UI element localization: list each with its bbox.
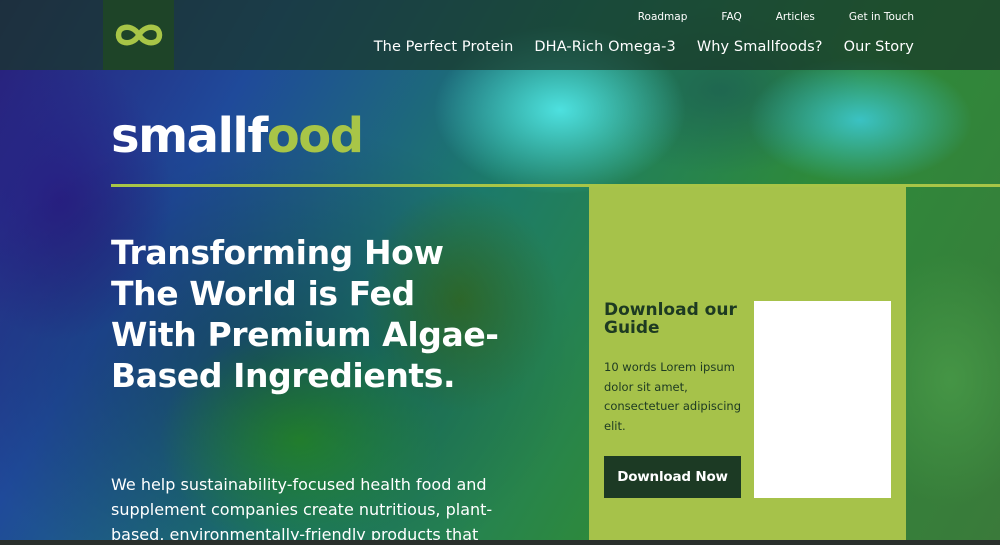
nav-link-get-in-touch[interactable]: Get in Touch: [849, 11, 914, 23]
guide-description: 10 words Lorem ipsum dolor sit amet, con…: [604, 360, 742, 433]
hero-headline: Transforming How The World is Fed With P…: [111, 233, 499, 395]
top-navigation-bar: Roadmap FAQ Articles Get in Touch The Pe…: [0, 0, 1000, 70]
hero-lead-text: We help sustainability-focused health fo…: [111, 475, 493, 544]
nav-link-why-smallfoods[interactable]: Why Smallfoods?: [697, 39, 823, 55]
utility-nav: Roadmap FAQ Articles Get in Touch: [638, 11, 914, 23]
wordmark-white-part: smallf: [111, 108, 268, 164]
main-nav: The Perfect Protein DHA-Rich Omega-3 Why…: [374, 39, 914, 55]
guide-cover-image: [754, 301, 891, 498]
nav-link-articles[interactable]: Articles: [776, 11, 815, 23]
wordmark-green-loop: oo: [266, 108, 331, 164]
wordmark-green-end: d: [329, 108, 364, 164]
logo-home-link[interactable]: [103, 0, 174, 70]
nav-link-our-story[interactable]: Our Story: [844, 39, 914, 55]
guide-title: Download our Guide: [604, 300, 737, 338]
download-now-button[interactable]: Download Now: [604, 456, 741, 498]
nav-link-faq[interactable]: FAQ: [721, 11, 741, 23]
brand-wordmark: smallf oo d: [111, 108, 364, 166]
download-guide-panel: Download our Guide 10 words Lorem ipsum …: [589, 187, 906, 545]
infinity-loop-icon: [115, 24, 162, 46]
nav-link-roadmap[interactable]: Roadmap: [638, 11, 688, 23]
nav-link-perfect-protein[interactable]: The Perfect Protein: [374, 39, 514, 55]
page-bottom-edge: [0, 540, 1000, 545]
nav-link-dha-omega-3[interactable]: DHA-Rich Omega-3: [534, 39, 675, 55]
